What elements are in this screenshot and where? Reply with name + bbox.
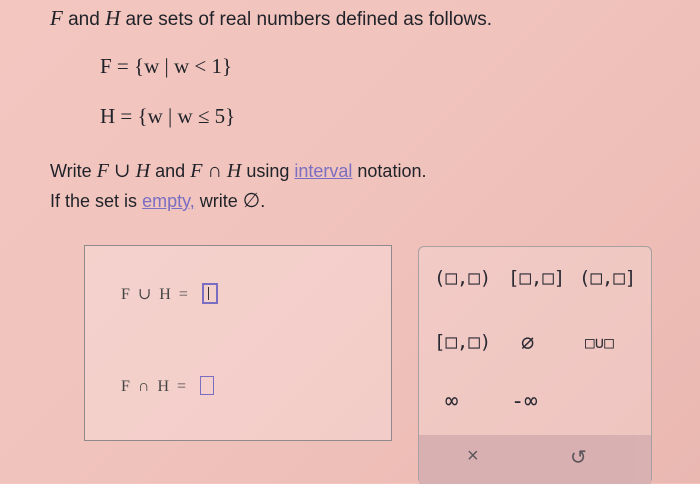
instr-line2-pre: If the set is xyxy=(50,191,138,211)
intro-and: and xyxy=(68,9,100,30)
union-button[interactable]: □∪□ xyxy=(585,333,614,352)
var-f: F xyxy=(50,6,63,30)
intersection-answer-row: F ∩ H = xyxy=(121,376,215,397)
closed-interval-button[interactable]: [□,□] xyxy=(508,267,565,289)
intersection-expression: F ∩ H xyxy=(190,160,242,182)
left-open-interval-button[interactable]: (□,□] xyxy=(579,267,636,289)
empty-link[interactable]: empty, xyxy=(142,191,195,211)
instr-notation: notation. xyxy=(357,161,427,181)
instr-using: using xyxy=(246,161,290,181)
interval-link[interactable]: interval xyxy=(294,161,352,181)
instruction-line-1: Write F ∪ H and F ∩ H using interval not… xyxy=(50,158,426,183)
set-h-definition: H = {w | w ≤ 5} xyxy=(100,104,236,128)
empty-set-symbol: ∅ xyxy=(242,190,261,212)
union-answer-input[interactable] xyxy=(201,282,218,304)
palette-footer: × ↺ xyxy=(419,435,651,484)
var-h: H xyxy=(105,6,121,30)
instr-write: Write xyxy=(50,161,92,181)
problem-intro: F and H are sets of real numbers defined… xyxy=(50,6,492,31)
instr-and: and xyxy=(155,161,186,181)
instr-line2-mid: write xyxy=(199,191,238,211)
set-f-definition: F = {w | w < 1} xyxy=(100,54,233,78)
intro-rest: are sets of real numbers defined as foll… xyxy=(125,9,493,30)
instruction-line-2: If the set is empty, write ∅. xyxy=(50,188,265,213)
negative-infinity-button[interactable]: -∞ xyxy=(511,389,538,414)
union-answer-row: F ∪ H = xyxy=(121,282,218,306)
undo-icon[interactable]: ↺ xyxy=(570,445,587,470)
intersection-label: F ∩ H = xyxy=(121,378,189,396)
open-interval-button[interactable]: (□,□) xyxy=(434,267,491,289)
union-label: F ∪ H = xyxy=(121,286,190,303)
answer-panel: F ∪ H = F ∩ H = xyxy=(84,245,392,441)
clear-icon[interactable]: × xyxy=(467,445,479,468)
right-open-interval-button[interactable]: [□,□) xyxy=(434,331,491,353)
union-expression: F ∪ H xyxy=(96,160,151,182)
instr-period: . xyxy=(260,191,266,211)
empty-set-button[interactable]: ∅ xyxy=(521,331,534,356)
symbol-palette: (□,□) [□,□] (□,□] [□,□) ∅ □∪□ ∞ -∞ × ↺ xyxy=(418,246,652,484)
intersection-answer-input[interactable] xyxy=(200,376,215,395)
infinity-button[interactable]: ∞ xyxy=(445,389,458,414)
